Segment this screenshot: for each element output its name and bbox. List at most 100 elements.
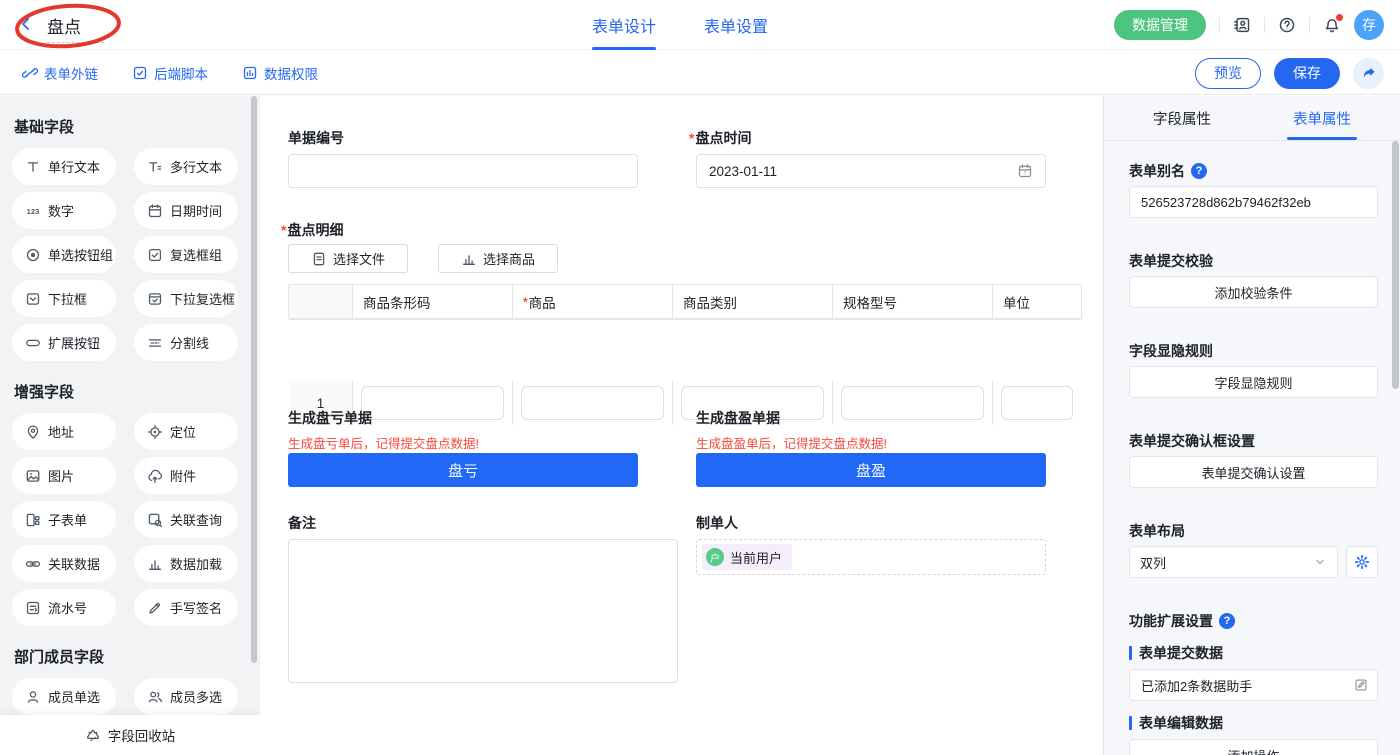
field-item-ext-button[interactable]: 扩展按钮: [12, 324, 116, 361]
multi-text-icon: [147, 159, 163, 175]
tab-form-design[interactable]: 表单设计: [592, 0, 656, 50]
help-icon[interactable]: [1278, 16, 1296, 34]
field-item-multi-text[interactable]: 多行文本: [134, 148, 238, 185]
accent-bar: [1129, 646, 1132, 660]
field-item-number[interactable]: 123数字: [12, 192, 116, 229]
field-item-checkbox-group[interactable]: 复选框组: [134, 236, 238, 273]
field-item-dataload[interactable]: 数据加载: [134, 545, 238, 582]
field-item-location[interactable]: 定位: [134, 413, 238, 450]
field-item-member-single[interactable]: 成员单选: [12, 678, 116, 715]
barcode-input[interactable]: [361, 386, 504, 420]
gear-icon: [1354, 554, 1370, 570]
date-input[interactable]: 2023-01-117: [696, 154, 1046, 188]
field-item-datetime[interactable]: 日期时间: [134, 192, 238, 229]
visibility-rules-button[interactable]: 字段显隐规则: [1129, 366, 1378, 398]
detail-label: *盘点明细: [281, 220, 343, 240]
layout-gear-button[interactable]: [1346, 546, 1378, 578]
avatar[interactable]: 存: [1354, 10, 1384, 40]
alias-label: 表单别名?: [1129, 161, 1378, 181]
subform-icon: [25, 512, 41, 528]
serial-icon: [25, 600, 41, 616]
field-item-radio-group[interactable]: 单选按钮组: [12, 236, 116, 273]
data-helper-box[interactable]: 已添加2条数据助手: [1129, 669, 1378, 701]
doc-no-label: 单据编号: [288, 128, 344, 148]
upload-cloud-icon: [147, 468, 163, 484]
table-header-barcode: 商品条形码: [353, 285, 513, 318]
field-item-relation[interactable]: 关联数据: [12, 545, 116, 582]
field-item-divider[interactable]: 分割线: [134, 324, 238, 361]
creator-field[interactable]: 户当前用户: [696, 539, 1046, 575]
help-icon[interactable]: ?: [1191, 163, 1207, 179]
table-header-spec: 规格型号: [833, 285, 993, 318]
spec-input[interactable]: [841, 386, 984, 420]
section-title-members: 部门成员字段: [14, 646, 248, 667]
script-icon: [132, 65, 148, 81]
save-button[interactable]: 保存: [1274, 58, 1340, 89]
file-icon: [311, 251, 327, 267]
divider: [1309, 17, 1310, 33]
edit-icon[interactable]: [1354, 678, 1368, 692]
calendar-icon: [147, 203, 163, 219]
divider: [1264, 17, 1265, 33]
field-item-member-multi[interactable]: 成员多选: [134, 678, 238, 715]
field-item-subform[interactable]: 子表单: [12, 501, 116, 538]
number-icon: 123: [25, 203, 41, 219]
field-recycle-bin[interactable]: 字段回收站: [0, 715, 260, 755]
field-item-serial[interactable]: 流水号: [12, 589, 116, 626]
data-permission-item[interactable]: 数据权限: [242, 63, 318, 83]
field-item-attachment[interactable]: 附件: [134, 457, 238, 494]
preview-button[interactable]: 预览: [1195, 58, 1261, 89]
loss-button[interactable]: 盘亏: [288, 453, 638, 487]
back-icon[interactable]: [18, 16, 34, 32]
help-icon[interactable]: ?: [1219, 613, 1235, 629]
alias-input[interactable]: 526523728d862b79462f32eb: [1129, 186, 1378, 218]
multi-select-icon: [147, 291, 163, 307]
field-item-lookup[interactable]: 关联查询: [134, 501, 238, 538]
tab-field-properties[interactable]: 字段属性: [1153, 96, 1211, 140]
select-product-button[interactable]: 选择商品: [438, 244, 558, 273]
layout-select[interactable]: 双列: [1129, 546, 1338, 578]
confirm-settings-button[interactable]: 表单提交确认设置: [1129, 456, 1378, 488]
divider-icon: [147, 335, 163, 351]
panel-scrollbar[interactable]: [1392, 141, 1399, 389]
bar-chart-icon: [147, 556, 163, 572]
creator-label: 制单人: [696, 513, 738, 533]
field-item-image[interactable]: 图片: [12, 457, 116, 494]
app-window: 盘点 表单设计 表单设置 数据管理 存 表单外链 后端脚本 数据权限 预览 保存: [0, 0, 1400, 755]
field-item-single-text[interactable]: 单行文本: [12, 148, 116, 185]
remark-textarea[interactable]: [288, 539, 678, 683]
unit-input[interactable]: [1001, 386, 1073, 420]
people-icon: [147, 689, 163, 705]
lookup-icon: [147, 512, 163, 528]
title-underline: [47, 42, 104, 43]
page-title[interactable]: 盘点: [47, 13, 81, 38]
field-item-select[interactable]: 下拉框: [12, 280, 116, 317]
external-link-item[interactable]: 表单外链: [22, 63, 98, 83]
table-header-unit: 单位: [993, 285, 1081, 318]
add-action-button[interactable]: 添加操作: [1129, 739, 1378, 755]
bell-icon[interactable]: [1323, 16, 1341, 34]
share-icon: [1361, 65, 1377, 81]
sidebar-scrollbar[interactable]: [251, 96, 257, 663]
tab-form-properties[interactable]: 表单属性: [1293, 96, 1351, 140]
svg-text:7: 7: [1024, 171, 1027, 177]
divider: [1219, 17, 1220, 33]
product-input[interactable]: [521, 386, 664, 420]
field-item-multi-select[interactable]: 下拉复选框: [134, 280, 238, 317]
gain-button[interactable]: 盘盈: [696, 453, 1046, 487]
add-check-button[interactable]: 添加校验条件: [1129, 276, 1378, 308]
panel-tabs: 字段属性 表单属性: [1104, 96, 1400, 141]
bar-chart-icon: [461, 251, 477, 267]
field-item-signature[interactable]: 手写签名: [134, 589, 238, 626]
contacts-icon[interactable]: [1233, 16, 1251, 34]
section-title-enhanced: 增强字段: [14, 381, 248, 402]
tab-form-settings[interactable]: 表单设置: [704, 0, 768, 50]
share-button[interactable]: [1353, 58, 1384, 89]
field-item-address[interactable]: 地址: [12, 413, 116, 450]
data-manage-button[interactable]: 数据管理: [1114, 10, 1206, 40]
current-user-tag[interactable]: 户当前用户: [702, 544, 792, 570]
backend-script-item[interactable]: 后端脚本: [132, 63, 208, 83]
doc-no-input[interactable]: [288, 154, 638, 188]
select-file-button[interactable]: 选择文件: [288, 244, 408, 273]
topbar: 盘点 表单设计 表单设置 数据管理 存: [0, 0, 1400, 50]
